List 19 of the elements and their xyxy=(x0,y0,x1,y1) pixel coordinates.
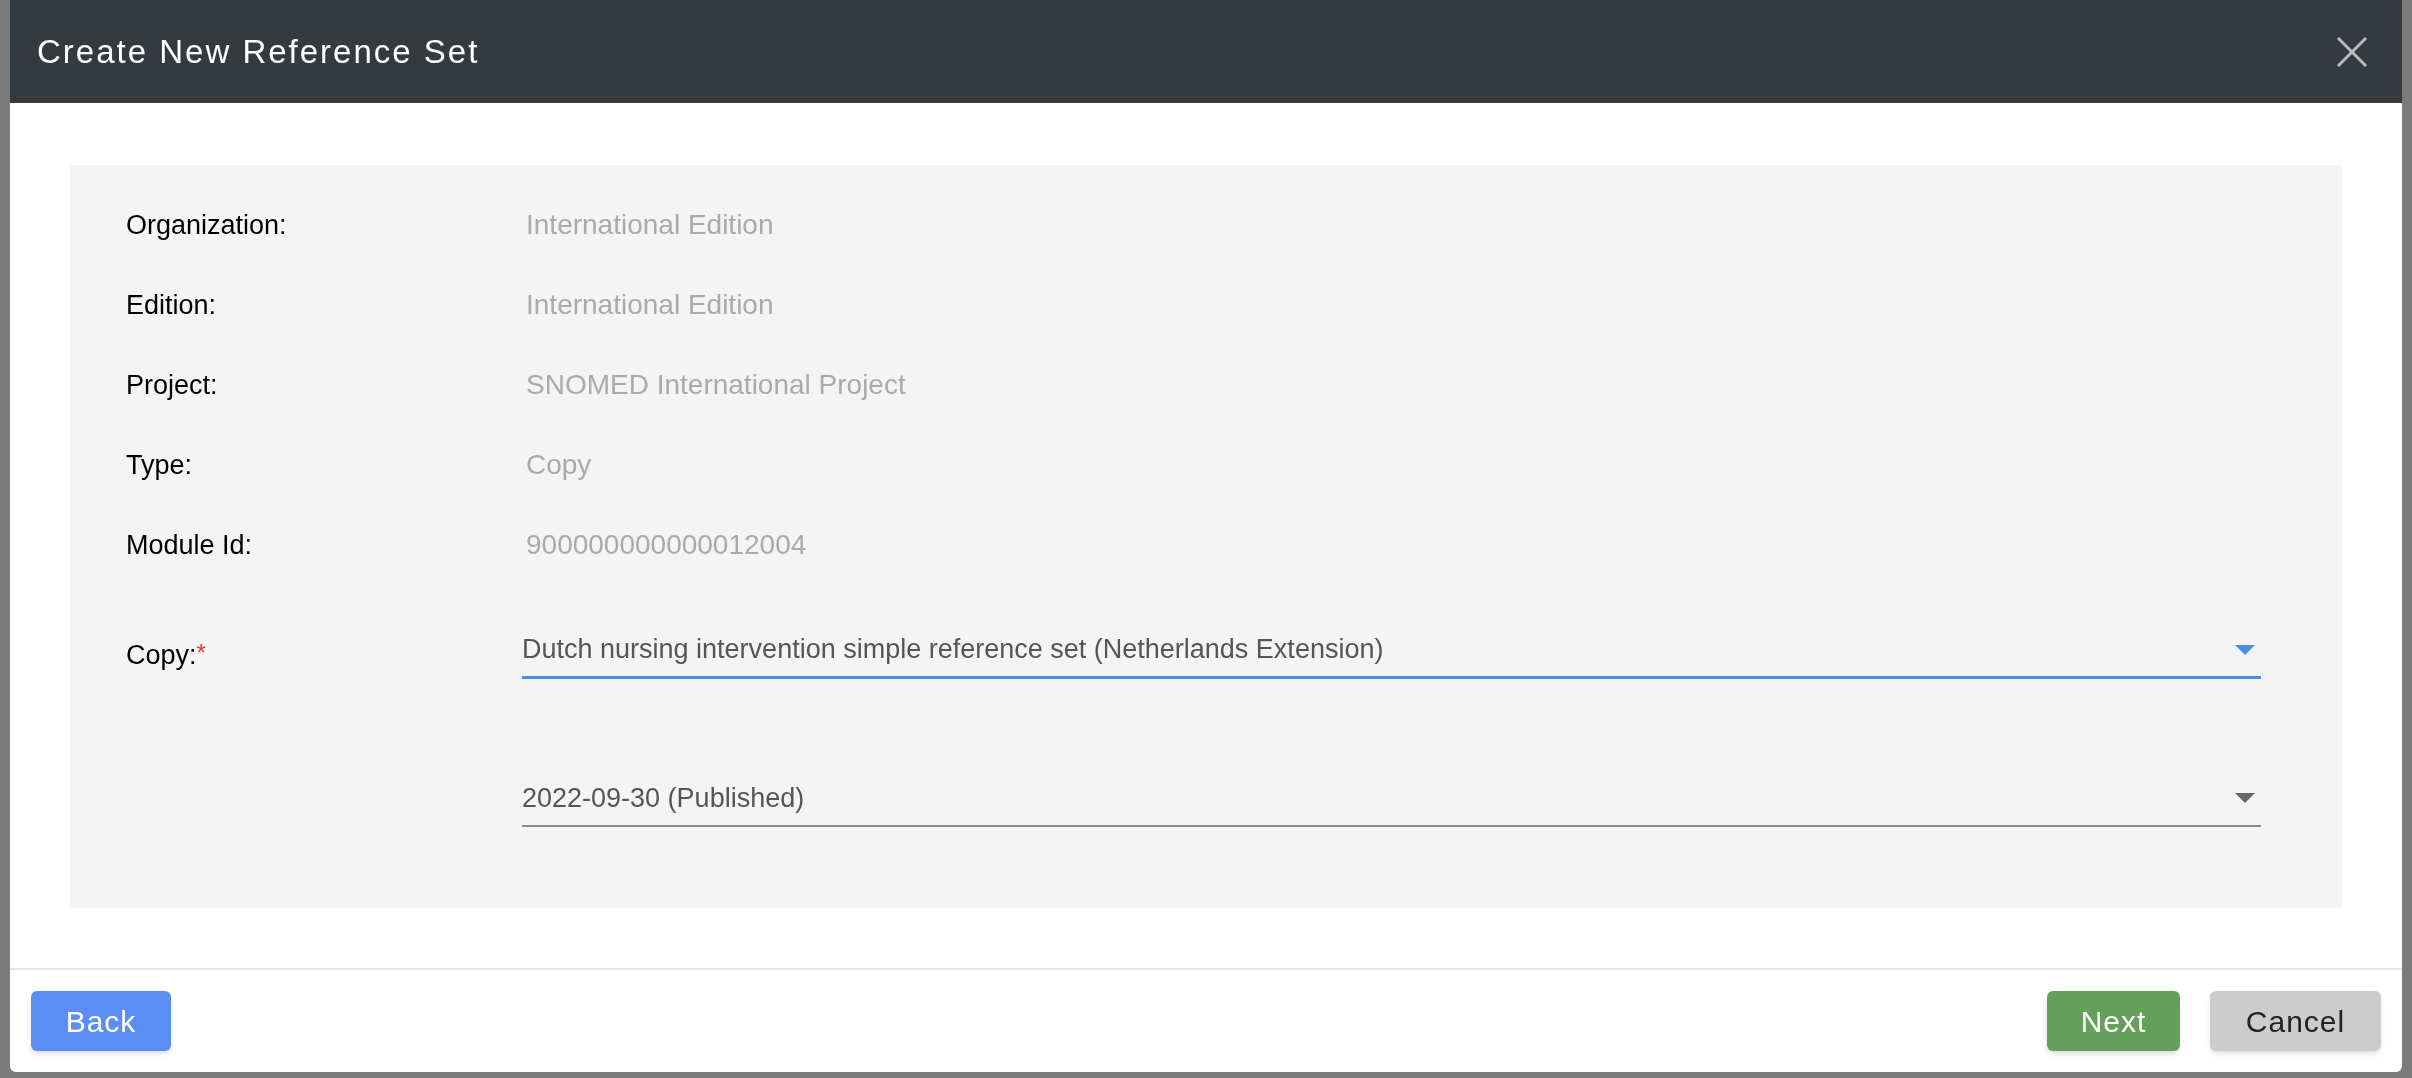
dialog-title: Create New Reference Set xyxy=(37,31,480,72)
required-mark: * xyxy=(196,638,206,668)
field-label: Organization: xyxy=(126,208,288,242)
field-label: Edition: xyxy=(126,288,218,322)
caret-icon xyxy=(2235,644,2255,655)
dropdown-field[interactable]: 2022-09-30 (Published) xyxy=(522,771,2261,827)
cancel-button[interactable]: Cancel xyxy=(2210,991,2381,1051)
field-value: SNOMED International Project xyxy=(526,368,906,402)
field-value: International Edition xyxy=(526,288,774,322)
field-value: Copy xyxy=(526,448,592,482)
caret-icon xyxy=(2235,793,2255,803)
field-label: Type: xyxy=(126,448,194,482)
field-label: Module Id: xyxy=(126,528,254,562)
dropdown-field[interactable]: Dutch nursing intervention simple reference set (Netherlands Extension) xyxy=(522,623,2261,679)
field-label: Copy: xyxy=(126,639,197,672)
field-value: International Edition xyxy=(526,208,774,242)
field-label: Project: xyxy=(126,368,219,402)
close-icon xyxy=(2335,34,2369,69)
field-value: 900000000000012004 xyxy=(526,528,807,562)
